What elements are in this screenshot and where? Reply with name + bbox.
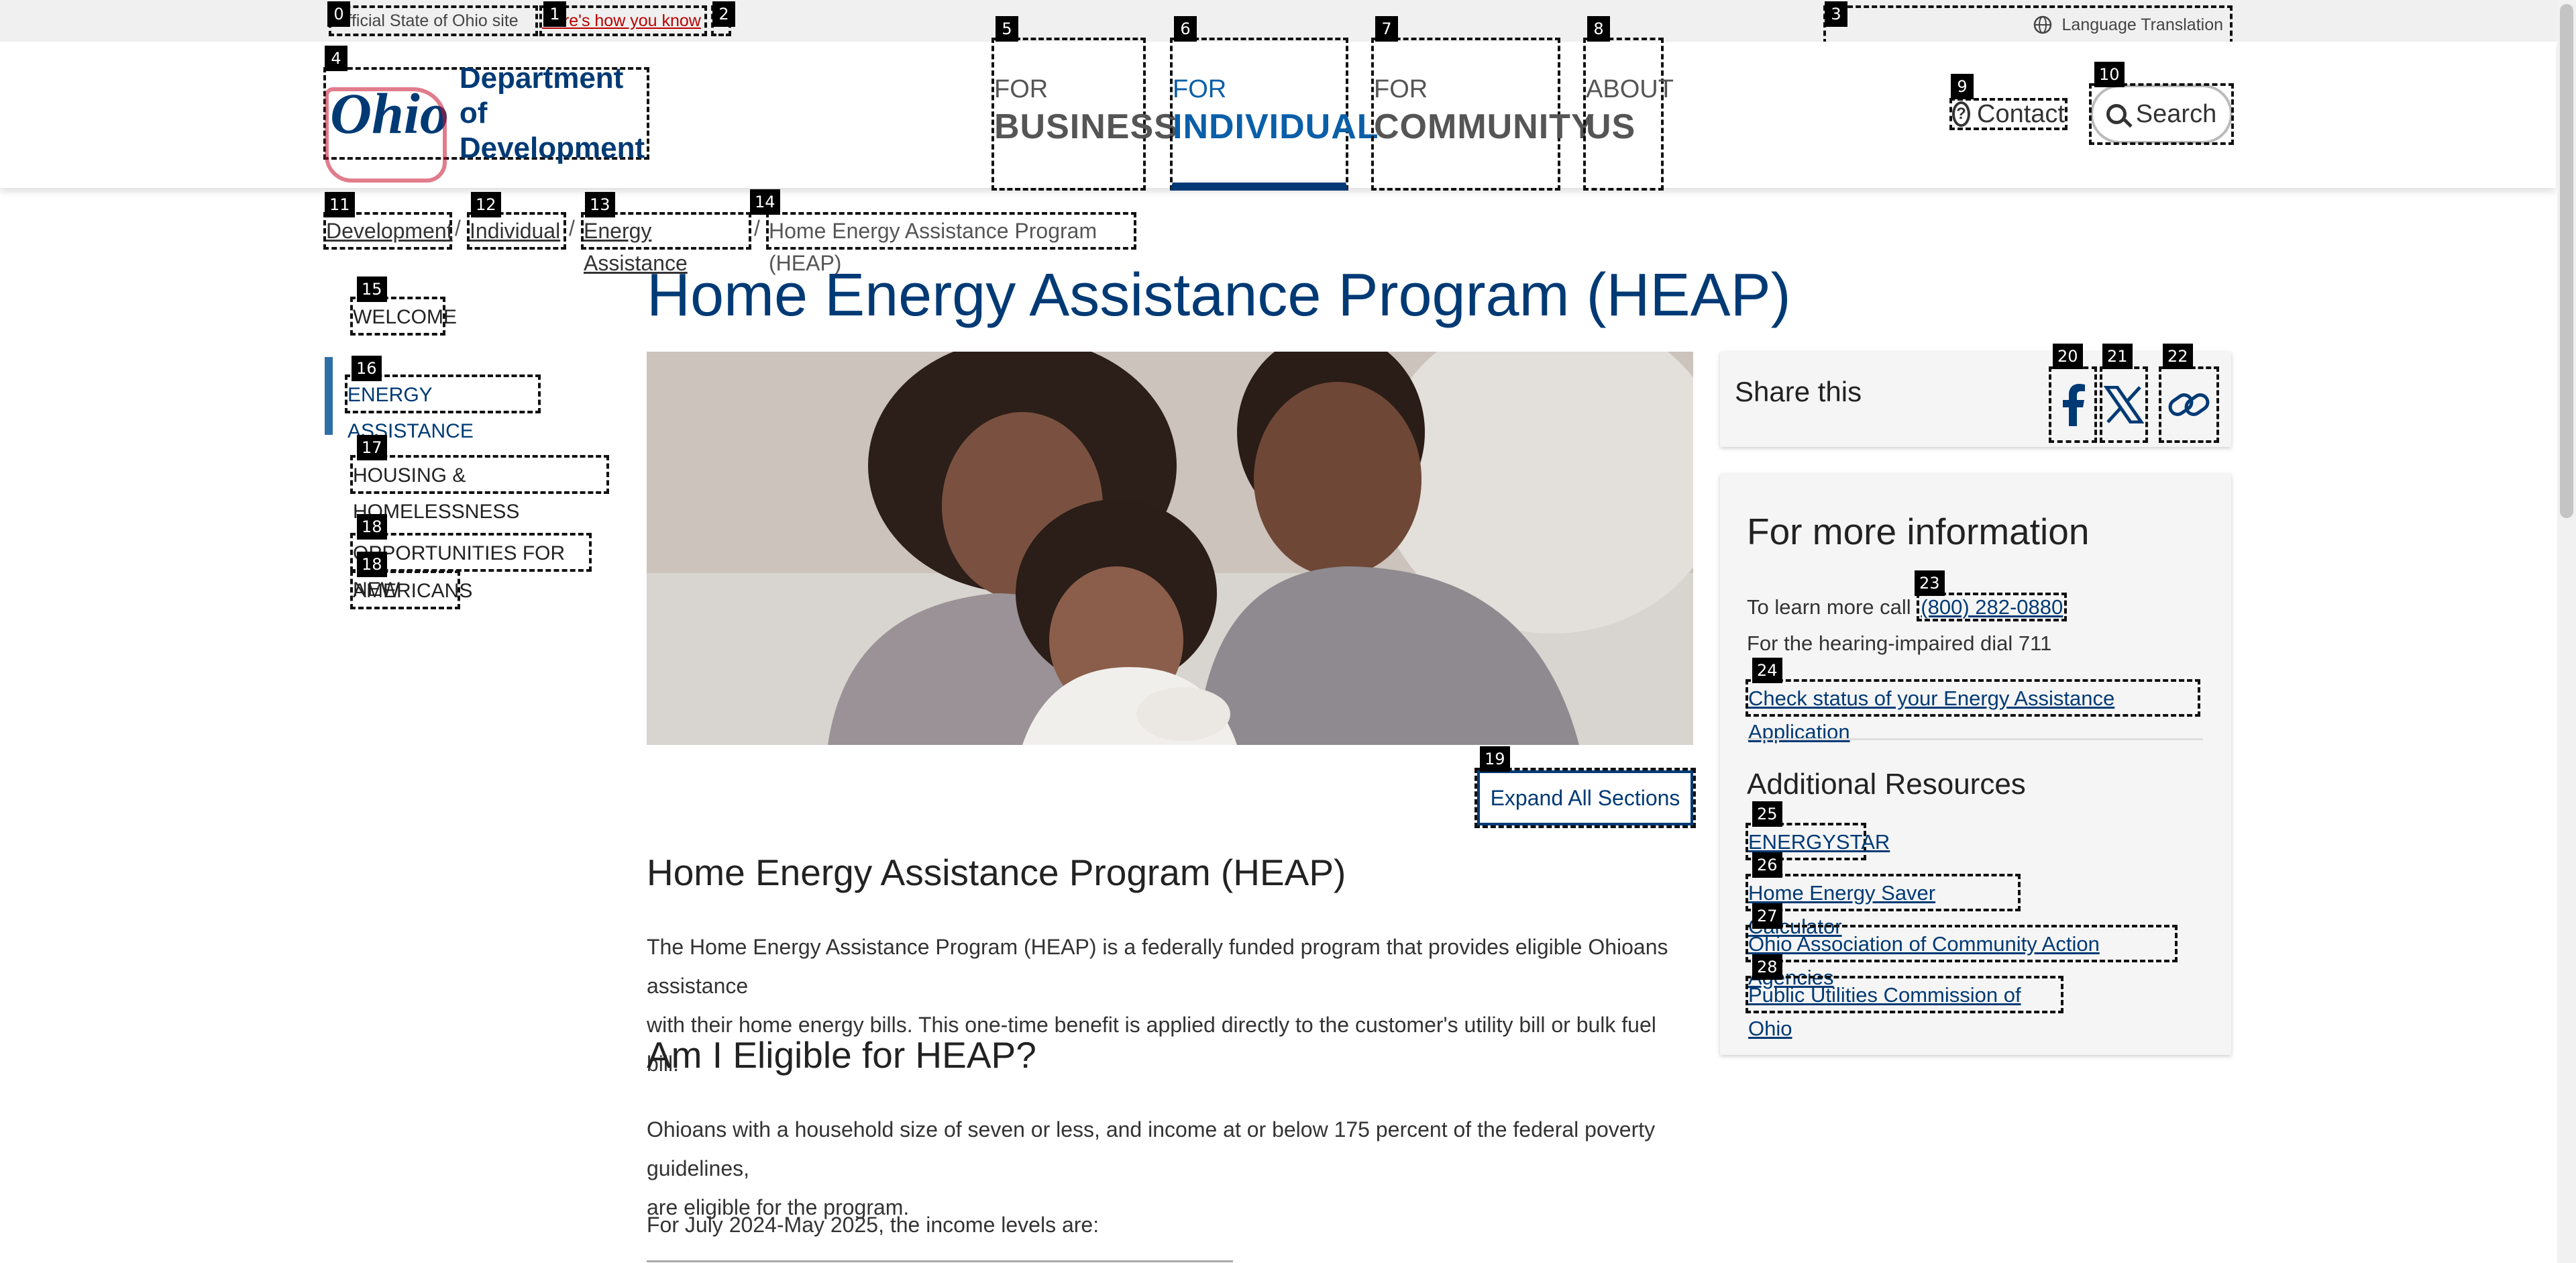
nav-about-us[interactable]: ABOUT US xyxy=(1583,38,1674,191)
element-number-badge: 12 xyxy=(471,192,501,217)
logo-line-2: Development xyxy=(459,132,645,164)
facebook-icon xyxy=(2063,384,2085,426)
page-scrollbar-thumb[interactable] xyxy=(2560,4,2573,518)
info-divider xyxy=(1747,738,2203,740)
element-number-badge: 23 xyxy=(1915,570,1945,596)
eligibility-line-1: Ohioans with a household size of seven o… xyxy=(647,1117,1656,1180)
contact-link[interactable]: ? Contact xyxy=(1949,98,2068,130)
call-prefix: To learn more call xyxy=(1747,595,1911,619)
element-number-badge: 3 xyxy=(1825,1,1847,27)
nav-for-business[interactable]: FOR BUSINESS xyxy=(991,38,1178,191)
breadcrumb-development[interactable]: Development xyxy=(323,212,453,250)
breadcrumb-individual[interactable]: Individual xyxy=(467,212,566,250)
hero-family-photo xyxy=(647,352,1693,745)
sidebar-item-welcome[interactable]: WELCOME xyxy=(350,297,457,336)
nav-for-community[interactable]: FOR COMMUNITY xyxy=(1371,38,1595,191)
income-levels-intro: For July 2024-May 2025, the income level… xyxy=(647,1213,1099,1237)
nav-label: COMMUNITY xyxy=(1374,107,1595,146)
nav-label: INDIVIDUAL xyxy=(1173,107,1379,146)
language-translation-label: Language Translation xyxy=(2061,15,2223,34)
nav-kicker: FOR xyxy=(1374,75,1428,103)
element-number-badge: 2 xyxy=(712,1,735,27)
x-share-button[interactable] xyxy=(2100,366,2148,443)
language-translation-button[interactable]: Language Translation xyxy=(1823,5,2233,44)
intro-line-1: The Home Energy Assistance Program (HEAP… xyxy=(647,935,1668,998)
element-number-badge: 1 xyxy=(543,1,566,27)
hearing-impaired-text: For the hearing-impaired dial 711 xyxy=(1747,632,2052,655)
element-number-badge: 27 xyxy=(1752,903,1782,929)
page-title: Home Energy Assistance Program (HEAP) xyxy=(647,262,1791,329)
element-number-badge: 13 xyxy=(585,192,615,217)
resource-link-energy-saver-calculator[interactable]: Home Energy Saver Calculator xyxy=(1746,874,2021,938)
nav-kicker: FOR xyxy=(994,75,1049,103)
income-table-top-border xyxy=(647,1260,1233,1262)
nav-kicker: ABOUT xyxy=(1586,75,1674,103)
nav-label: BUSINESS xyxy=(994,107,1178,146)
eligibility-heading: Am I Eligible for HEAP? xyxy=(647,1034,1036,1076)
official-site-text: Official State of Ohio site xyxy=(334,11,519,30)
breadcrumb-current-page: Home Energy Assistance Program (HEAP) xyxy=(766,212,1136,275)
sidebar-active-indicator xyxy=(325,357,333,435)
element-number-badge: 17 xyxy=(357,435,387,460)
search-button-focus-ring xyxy=(2089,83,2234,145)
element-number-badge: 24 xyxy=(1752,658,1782,683)
family-illustration xyxy=(647,352,1693,745)
check-status-link[interactable]: Check status of your Energy Assistance A… xyxy=(1746,679,2200,744)
x-icon xyxy=(2104,386,2144,423)
element-number-badge: 10 xyxy=(2094,62,2125,87)
resource-link-public-utilities-commission[interactable]: Public Utilities Commission of Ohio xyxy=(1746,976,2063,1040)
call-line: To learn more call (800) 282-0880 xyxy=(1747,591,2068,624)
help-circle-icon: ? xyxy=(1952,101,1971,127)
additional-resources-heading: Additional Resources xyxy=(1747,768,2026,801)
element-number-badge: 0 xyxy=(327,1,350,27)
element-number-badge: 14 xyxy=(750,189,780,215)
ohio-development-logo[interactable]: Ohio Department of Development xyxy=(323,62,649,183)
element-number-badge: 28 xyxy=(1752,954,1782,980)
breadcrumb-separator: / xyxy=(754,216,760,240)
element-number-badge: 16 xyxy=(352,356,382,381)
resource-link-community-action-agencies[interactable]: Ohio Association of Community Action Age… xyxy=(1746,925,2178,989)
element-number-badge: 8 xyxy=(1587,16,1610,42)
element-number-badge: 5 xyxy=(996,16,1018,42)
contact-label: Contact xyxy=(1977,99,2065,128)
share-label: Share this xyxy=(1735,376,1862,407)
copy-link-button[interactable] xyxy=(2159,366,2219,443)
element-number-badge: 7 xyxy=(1375,16,1398,42)
element-number-badge: 21 xyxy=(2102,344,2133,369)
globe-icon xyxy=(2033,15,2051,34)
section-heading: Home Energy Assistance Program (HEAP) xyxy=(647,852,1346,893)
facebook-share-button[interactable] xyxy=(2049,366,2097,443)
link-icon xyxy=(2168,393,2210,416)
element-number-badge: 15 xyxy=(357,276,387,302)
element-number-badge: 20 xyxy=(2053,344,2083,369)
element-number-badge: 18 xyxy=(357,514,387,540)
element-number-badge: 19 xyxy=(1480,746,1510,772)
nav-for-individual[interactable]: FOR INDIVIDUAL xyxy=(1170,38,1379,191)
breadcrumb-energy-assistance[interactable]: Energy Assistance xyxy=(581,212,751,275)
phone-link[interactable]: (800) 282-0880 xyxy=(1917,593,2068,621)
element-number-badge: 18 xyxy=(357,552,387,577)
sidebar-item-housing-homelessness[interactable]: HOUSING & HOMELESSNESS xyxy=(350,455,609,523)
element-number-badge: 11 xyxy=(325,192,355,217)
logo-line-1: Department of xyxy=(459,62,624,130)
more-info-heading: For more information xyxy=(1747,511,2090,552)
nav-label: US xyxy=(1586,107,1636,146)
element-number-badge: 26 xyxy=(1752,852,1782,878)
element-number-badge: 25 xyxy=(1752,801,1782,827)
ohio-wordmark: Ohio xyxy=(325,81,449,183)
nav-kicker: FOR xyxy=(1173,75,1227,103)
breadcrumb-separator: / xyxy=(569,216,575,240)
breadcrumb-separator: / xyxy=(455,216,461,240)
element-number-badge: 22 xyxy=(2163,344,2193,369)
expand-button-focus-ring xyxy=(1474,768,1696,828)
element-number-badge: 6 xyxy=(1174,16,1197,42)
element-number-badge: 9 xyxy=(1951,74,1974,99)
element-number-badge: 4 xyxy=(325,46,347,71)
logo-text: Department of Development xyxy=(460,61,647,166)
